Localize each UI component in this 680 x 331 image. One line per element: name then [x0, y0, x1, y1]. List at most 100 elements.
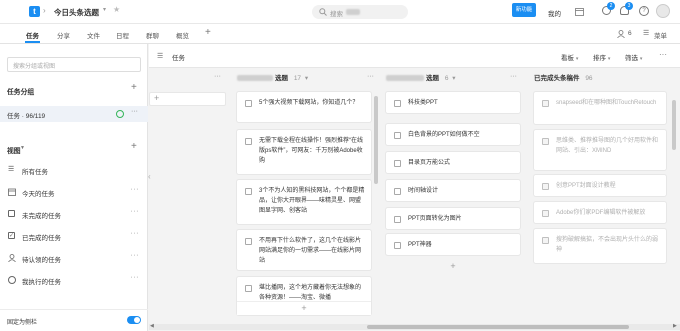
task-card[interactable]: PPT神器 — [386, 234, 520, 255]
avatar[interactable] — [656, 4, 670, 18]
task-checkbox[interactable] — [394, 132, 401, 139]
task-checkbox[interactable] — [542, 100, 549, 107]
task-checkbox[interactable] — [245, 285, 252, 292]
task-checkbox[interactable] — [542, 237, 549, 244]
menu-icon[interactable]: ☰ — [643, 29, 649, 37]
task-checkbox[interactable] — [394, 160, 401, 167]
task-card[interactable]: 目录页万能公式 — [386, 152, 520, 173]
column-more-icon[interactable]: ··· — [214, 73, 221, 80]
calendar-icon[interactable] — [575, 7, 584, 16]
board-more-icon[interactable]: ··· — [659, 50, 667, 59]
add-card-box[interactable]: + — [149, 92, 226, 106]
view-my-tasks[interactable]: 我执行的任务 ··· — [0, 272, 148, 287]
column-title: 选题 — [426, 75, 439, 82]
tab-share[interactable]: 分享 — [57, 30, 70, 40]
task-checkbox[interactable] — [394, 242, 401, 249]
column-scrollbar[interactable] — [374, 96, 378, 184]
task-checkbox[interactable] — [542, 138, 549, 145]
task-card-completed[interactable]: snapseed和在哪种图和TouchRetouch — [534, 92, 666, 124]
members-icon[interactable] — [617, 30, 625, 38]
search-box[interactable]: 搜索 — [312, 5, 408, 19]
column-scrollbar[interactable] — [672, 100, 676, 150]
menu-button[interactable]: 菜单 — [654, 30, 667, 40]
task-card-completed[interactable]: 创意PPT封面设计教程 — [534, 175, 666, 196]
project-title[interactable]: 今日头条选题 — [54, 7, 99, 18]
person-circle-icon — [8, 276, 16, 284]
groups-title: 任务分组 — [7, 89, 35, 96]
task-checkbox[interactable] — [542, 183, 549, 190]
task-card-completed[interactable]: 搜狗破解搞掂，不会出现片头什么的弱神 — [534, 229, 666, 263]
view-more-icon[interactable]: ··· — [131, 230, 140, 237]
view-unclaimed-tasks[interactable]: 待认领的任务 ··· — [0, 250, 148, 265]
column-more-icon[interactable]: ··· — [367, 73, 374, 80]
sidebar-search-input[interactable]: 搜索分组或视图 — [7, 57, 141, 72]
scroll-right-icon[interactable]: ▶ — [673, 323, 677, 329]
tab-files[interactable]: 文件 — [87, 30, 100, 40]
column-more-icon[interactable]: ··· — [510, 73, 517, 80]
view-label: 今天的任务 — [22, 191, 55, 198]
search-input[interactable]: 搜索 — [330, 8, 343, 18]
tab-overview[interactable]: 概览 — [176, 30, 189, 40]
new-feature-badge[interactable]: 新功能 — [512, 3, 536, 17]
add-task-bar[interactable]: + — [386, 260, 520, 274]
view-completed-tasks[interactable]: ✓ 已完成的任务 ··· — [0, 228, 148, 243]
collapse-arrow-icon[interactable]: ‹ — [148, 172, 151, 181]
task-checkbox[interactable] — [542, 210, 549, 217]
column-title: 已完成头条稿件 — [534, 75, 580, 82]
task-checkbox[interactable] — [394, 216, 401, 223]
task-card-completed[interactable]: 思维类、推荐推导图的几个好用软件和网站、引出：XMIND — [534, 130, 666, 170]
add-task-bar[interactable]: + — [237, 301, 371, 315]
task-checkbox[interactable] — [245, 188, 252, 195]
task-checkbox[interactable] — [245, 138, 252, 145]
task-card[interactable]: 时间轴设计 — [386, 180, 520, 201]
collapsed-column[interactable]: ··· + — [149, 72, 228, 322]
task-card[interactable]: 3个不为人知的黑科技网站，个个都是精品，让你大开眼界——味精灵星、网盟图显字网、… — [237, 180, 371, 224]
app-logo-icon[interactable]: t — [29, 6, 40, 17]
add-view-icon[interactable]: + — [131, 141, 137, 152]
view-more-icon[interactable]: ··· — [131, 208, 140, 215]
task-checkbox[interactable] — [394, 188, 401, 195]
pin-sidebar-toggle[interactable] — [127, 316, 141, 324]
chevron-down-icon[interactable]: ▾ — [452, 75, 455, 82]
help-icon[interactable]: ? — [639, 6, 649, 16]
view-incomplete-tasks[interactable]: 未完成的任务 ··· — [0, 206, 148, 221]
tab-chat[interactable]: 群聊 — [146, 30, 159, 40]
board-horizontal-scrollbar[interactable]: ◀ ▶ — [149, 323, 680, 330]
add-group-icon[interactable]: + — [131, 82, 137, 93]
tab-schedule[interactable]: 日程 — [116, 30, 129, 40]
chevron-down-icon[interactable]: ▾ — [305, 75, 308, 82]
task-checkbox[interactable] — [394, 100, 401, 107]
task-title: 堪比播网，这个地方藏着你无法想象的各种资源！——淘宝、微播 — [259, 285, 362, 301]
view-more-icon[interactable]: ··· — [131, 274, 140, 281]
group-item-tasks[interactable]: 任务 · 96/119 ··· — [0, 106, 148, 122]
sort-button[interactable]: 排序 ▾ — [593, 52, 610, 62]
view-all-tasks[interactable]: ☰ 所有任务 — [0, 162, 148, 177]
group-more-icon[interactable]: ··· — [131, 108, 138, 115]
filter-button[interactable]: 筛选 ▾ — [625, 52, 642, 62]
my-link[interactable]: 我的 — [548, 8, 561, 18]
task-card[interactable]: PPT页面转化为图片 — [386, 208, 520, 229]
task-card[interactable]: 无需下载全程在线操作！强烈推荐“在线版ps软件”，可网友：千万别被Adobe收购 — [237, 130, 371, 174]
add-tab-icon[interactable]: + — [205, 27, 211, 38]
menu-collapse-icon[interactable]: ☰ — [157, 52, 163, 60]
column-topics: 选题 17 ▾ ··· 5个强大视频下载网站，你知道几个？ 无需下载全程在线操作… — [237, 72, 381, 319]
view-today-tasks[interactable]: 今天的任务 ··· — [0, 184, 148, 199]
tab-tasks[interactable]: 任务 — [26, 30, 39, 40]
task-card[interactable]: 白色背景的PPT如何做不空 — [386, 124, 520, 145]
view-mode-button[interactable]: 看板 ▾ — [561, 52, 578, 62]
task-card[interactable]: 不用再下什么软件了，这几个在线影片网站满足你的一切需求——在线影片网站 — [237, 230, 371, 270]
scroll-left-icon[interactable]: ◀ — [150, 323, 154, 329]
task-card[interactable]: 5个强大视频下载网站，你知道几个？ — [237, 92, 371, 122]
view-more-icon[interactable]: ··· — [131, 252, 140, 259]
task-checkbox[interactable] — [245, 238, 252, 245]
task-checkbox[interactable] — [245, 100, 252, 107]
view-more-icon[interactable]: ··· — [131, 186, 140, 193]
scroll-thumb[interactable] — [367, 325, 629, 329]
views-collapse-icon[interactable]: ▼ — [20, 145, 25, 151]
task-card-completed[interactable]: Adobe你们家PDF编辑软件被解放 — [534, 202, 666, 223]
chevron-down-icon: ▾ — [639, 56, 643, 62]
task-card[interactable]: 科技类PPT — [386, 92, 520, 113]
chevron-down-icon[interactable]: ▾ — [103, 6, 106, 13]
star-icon[interactable]: ★ — [113, 5, 120, 14]
search-icon — [319, 8, 327, 16]
